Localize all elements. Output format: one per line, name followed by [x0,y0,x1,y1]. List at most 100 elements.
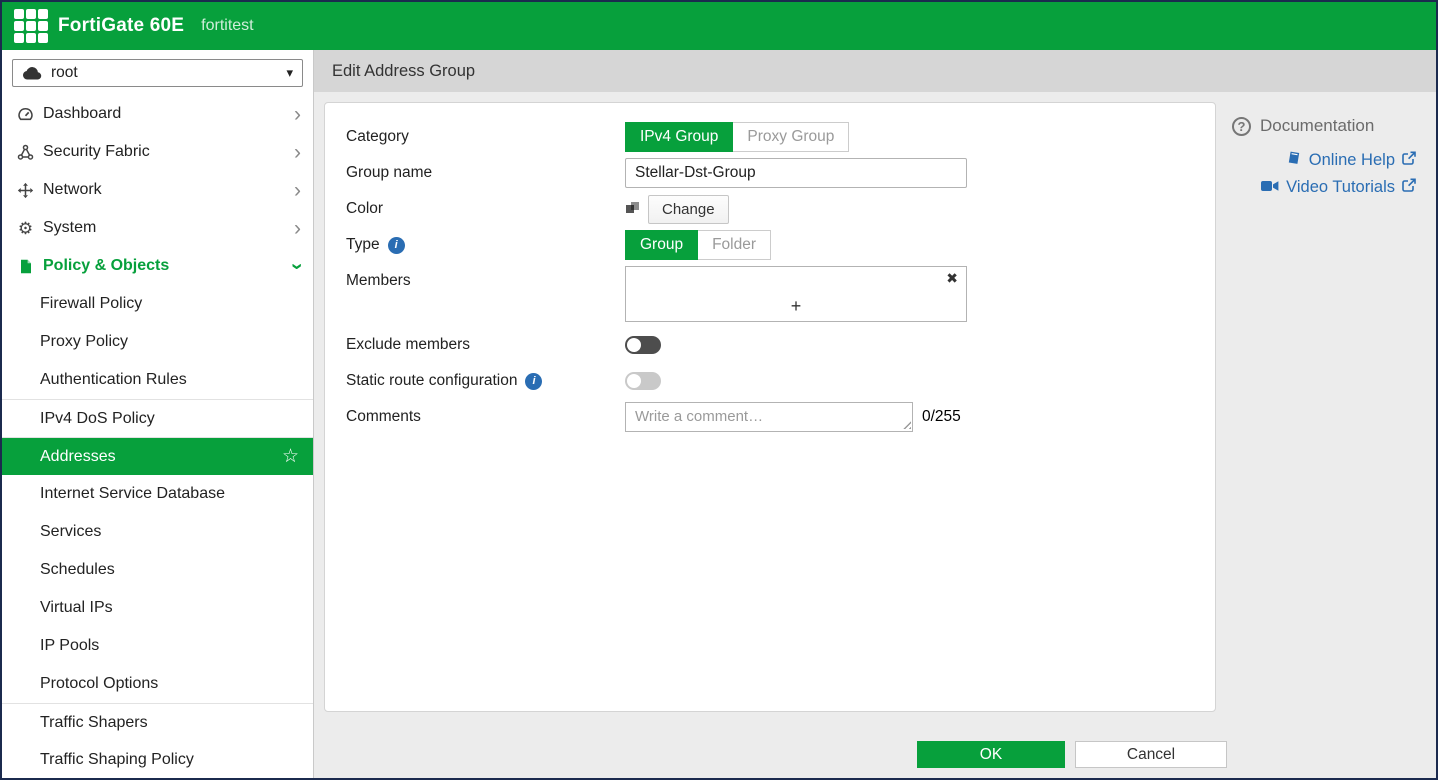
sidebar-item-security-fabric[interactable]: Security Fabric › [2,133,313,171]
vdom-label: root [51,64,78,82]
category-row: Category IPv4 Group Proxy Group [346,119,1215,155]
color-label: Color [346,200,625,218]
documentation-title: Documentation [1260,116,1374,136]
page-title: Edit Address Group [314,50,1436,92]
documentation-panel: ? Documentation Online Help [1232,102,1420,778]
network-icon [16,182,35,199]
app-window: FortiGate 60E fortitest root ▾ Dashboard… [2,2,1436,778]
online-help-label: Online Help [1309,151,1395,170]
sidebar-item-internet-service-database[interactable]: Internet Service Database [2,475,313,513]
sidebar-item-dashboard[interactable]: Dashboard › [2,95,313,133]
comments-char-counter: 0/255 [922,408,961,426]
fortinet-logo-icon [14,9,48,43]
clear-members-icon[interactable]: ✖ [946,270,958,287]
sidebar-item-network[interactable]: Network › [2,171,313,209]
sidebar-item-virtual-ips[interactable]: Virtual IPs [2,589,313,627]
sidebar-item-policy-objects[interactable]: Policy & Objects › [2,247,313,285]
sidebar-item-services[interactable]: Services [2,513,313,551]
documentation-header: ? Documentation [1232,116,1420,136]
sidebar: root ▾ Dashboard › Security Fabric › [2,50,314,778]
chevron-down-icon: › [287,263,308,270]
external-link-icon [1402,151,1416,170]
members-box[interactable]: ✖ + [625,266,967,322]
type-row: Type i Group Folder [346,227,1215,263]
cancel-button[interactable]: Cancel [1075,741,1227,768]
hostname: fortitest [201,17,253,35]
group-name-label: Group name [346,164,625,182]
type-option-group[interactable]: Group [625,230,698,260]
video-tutorials-label: Video Tutorials [1286,178,1395,197]
sidebar-item-schedules[interactable]: Schedules [2,551,313,589]
sidebar-item-label: Authentication Rules [40,371,187,389]
vdom-selector[interactable]: root ▾ [12,59,303,87]
dashboard-icon [16,106,35,123]
sidebar-item-label: Policy & Objects [43,257,169,275]
exclude-members-row: Exclude members [346,327,1215,363]
chevron-right-icon: › [294,142,301,163]
color-change-button[interactable]: Change [648,195,729,224]
sidebar-item-label: Traffic Shaping Policy [40,751,194,769]
device-name: FortiGate 60E [58,15,184,37]
sidebar-item-label: Proxy Policy [40,333,128,351]
sidebar-item-label: Services [40,523,101,541]
external-link-icon [1402,178,1416,197]
sidebar-item-label: Network [43,181,102,199]
add-member-icon[interactable]: + [791,296,802,317]
members-row: Members ✖ + [346,263,1215,327]
sidebar-item-protocol-options[interactable]: Protocol Options [2,665,313,703]
info-icon: i [525,373,542,390]
security-fabric-icon [16,144,35,161]
type-option-folder[interactable]: Folder [697,230,771,260]
chevron-right-icon: › [294,218,301,239]
category-segmented: IPv4 Group Proxy Group [625,122,849,152]
sidebar-item-label: Protocol Options [40,675,158,693]
static-route-label-text: Static route configuration [346,372,517,390]
sidebar-menu: Dashboard › Security Fabric › Network › [2,95,313,778]
sidebar-item-label: IP Pools [40,637,99,655]
static-route-label: Static route configuration i [346,372,625,390]
policy-objects-icon [16,258,35,275]
sidebar-item-authentication-rules[interactable]: Authentication Rules [2,361,313,399]
video-tutorials-link[interactable]: Video Tutorials [1261,178,1416,197]
sidebar-item-ipv4-dos-policy[interactable]: IPv4 DoS Policy [2,399,313,437]
group-name-row: Group name [346,155,1215,191]
topbar: FortiGate 60E fortitest [2,2,1436,50]
book-icon [1286,150,1302,171]
static-route-toggle[interactable] [625,372,661,390]
sidebar-item-label: Virtual IPs [40,599,113,617]
members-label: Members [346,266,625,290]
comments-input[interactable] [625,402,913,432]
caret-down-icon: ▾ [286,65,293,81]
sidebar-item-ip-pools[interactable]: IP Pools [2,627,313,665]
type-label: Type i [346,236,625,254]
sidebar-item-traffic-shaping-policy[interactable]: Traffic Shaping Policy [2,741,313,778]
sidebar-item-label: Dashboard [43,105,121,123]
category-label: Category [346,128,625,146]
chevron-right-icon: › [294,180,301,201]
category-option-ipv4-group[interactable]: IPv4 Group [625,122,733,152]
sidebar-item-system[interactable]: ⚙ System › [2,209,313,247]
info-icon: i [388,237,405,254]
online-help-link[interactable]: Online Help [1286,150,1416,171]
ok-button[interactable]: OK [917,741,1065,768]
static-route-row: Static route configuration i [346,363,1215,399]
cloud-icon [22,66,42,80]
sidebar-item-traffic-shapers[interactable]: Traffic Shapers [2,703,313,741]
group-name-input[interactable] [625,158,967,188]
exclude-members-toggle[interactable] [625,336,661,354]
sidebar-item-addresses[interactable]: Addresses ☆ [2,437,313,475]
sidebar-item-label: IPv4 DoS Policy [40,410,155,428]
type-label-text: Type [346,236,380,254]
edit-address-group-form: Category IPv4 Group Proxy Group Group na… [324,102,1216,712]
category-option-proxy-group[interactable]: Proxy Group [732,122,849,152]
sidebar-item-label: Firewall Policy [40,295,142,313]
favorite-star-icon[interactable]: ☆ [282,447,299,466]
comments-row: Comments 0/255 [346,399,1215,435]
main-content: Edit Address Group Category IPv4 Group P… [314,50,1436,778]
chevron-right-icon: › [294,104,301,125]
sidebar-item-label: Traffic Shapers [40,714,148,732]
video-camera-icon [1261,178,1279,197]
help-question-icon: ? [1232,117,1251,136]
sidebar-item-proxy-policy[interactable]: Proxy Policy [2,323,313,361]
sidebar-item-firewall-policy[interactable]: Firewall Policy [2,285,313,323]
